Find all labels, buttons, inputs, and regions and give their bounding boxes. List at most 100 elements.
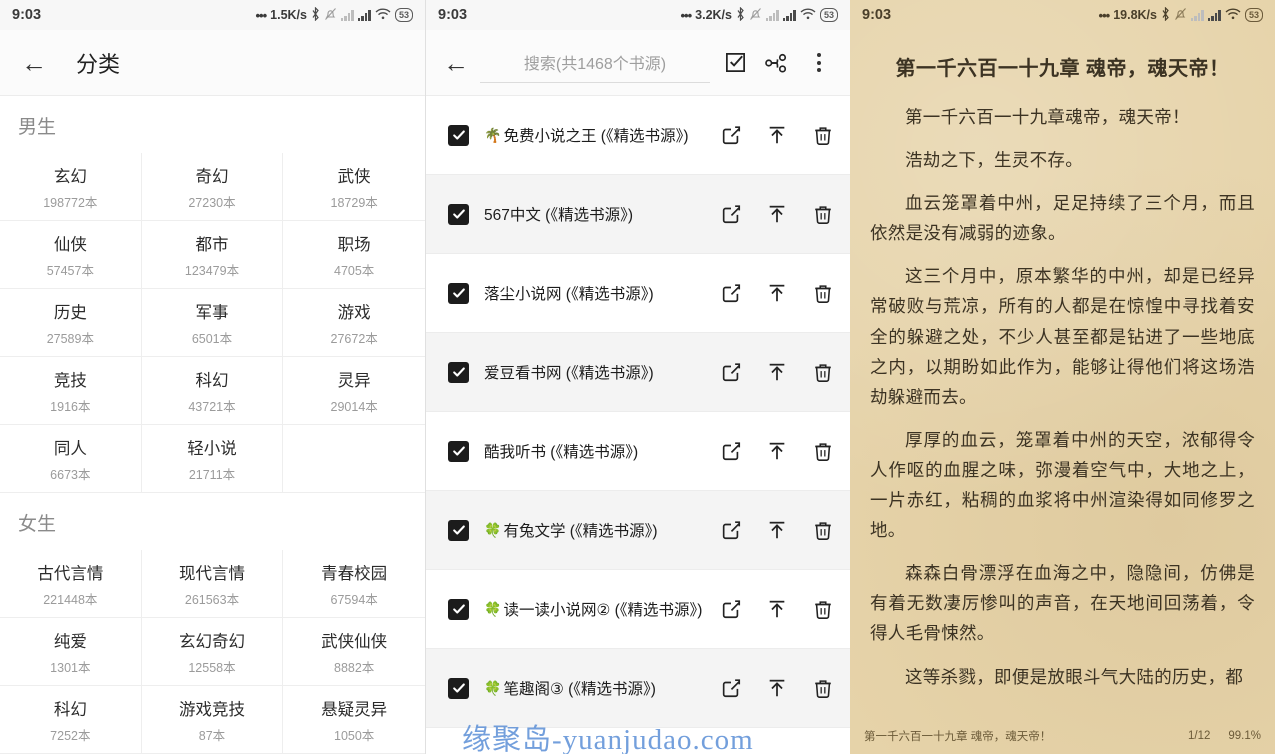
category-cell[interactable]: 科幻 43721本 (141, 357, 284, 425)
overflow-menu-icon[interactable] (798, 42, 840, 84)
category-count: 12558本 (188, 660, 236, 675)
category-cell[interactable]: 青春校园 67594本 (283, 550, 425, 618)
book-source-row[interactable]: 🌴 免费小说之王 (《精选书源》) (426, 96, 850, 175)
footer-chapter-title: 第一千六百一十九章 魂帝，魂天帝！ (864, 731, 1052, 743)
category-cell[interactable]: 都市 123479本 (141, 221, 284, 289)
edit-icon[interactable] (718, 675, 744, 701)
category-cell[interactable]: 纯爱 1301本 (0, 618, 142, 686)
back-arrow-icon[interactable]: ← (436, 43, 476, 83)
delete-icon[interactable] (810, 122, 836, 148)
book-source-row[interactable]: 🍀 有兔文学 (《精选书源》) (426, 491, 850, 570)
category-name: 同人 (53, 439, 87, 458)
category-cell[interactable]: 军事 6501本 (141, 289, 284, 357)
category-cell[interactable]: 古代言情 221448本 (0, 550, 142, 618)
category-count: 6673本 (50, 467, 91, 482)
category-count: 27589本 (46, 331, 94, 346)
category-cell[interactable]: 现代言情 261563本 (141, 550, 284, 618)
reader-content[interactable]: 第一千六百一十九章 魂帝，魂天帝！ 第一千六百一十九章魂帝，魂天帝！ 浩劫之下，生… (850, 30, 1275, 692)
category-cell[interactable]: 竞技 1916本 (0, 357, 142, 425)
category-count: 21711本 (188, 467, 236, 482)
book-source-row[interactable]: 567中文 (《精选书源》) (426, 175, 850, 254)
move-to-top-icon[interactable] (764, 201, 790, 227)
move-to-top-icon[interactable] (764, 517, 790, 543)
category-cell[interactable]: 轻小说 21711本 (141, 425, 284, 493)
book-source-list: 🌴 免费小说之王 (《精选书源》) 567中文 (《精选书源》) 落尘小说网 (《精选… (426, 96, 850, 754)
category-cell[interactable]: 玄幻奇幻 12558本 (141, 618, 284, 686)
search-input[interactable]: 搜索(共1468个书源) (480, 43, 710, 83)
chapter-paragraph: 这等杀戮，即便是放眼斗气大陆的历史，都 (905, 666, 1244, 687)
category-cell[interactable]: 同人 6673本 (0, 425, 142, 493)
section-heading-male: 男生 (18, 117, 57, 138)
delete-icon[interactable] (810, 596, 836, 622)
delete-icon[interactable] (810, 201, 836, 227)
category-grid-male: 玄幻 198772本 奇幻 27230本 武侠 18729本仙侠 57457本 都市 12347… (0, 153, 425, 493)
book-source-row[interactable]: 🍀 笔趣阁③ (《精选书源》) (426, 649, 850, 728)
category-cell[interactable]: 玄幻 198772本 (0, 153, 142, 221)
delete-icon[interactable] (810, 359, 836, 385)
app-bar-sources: ← 搜索(共1468个书源) (426, 30, 850, 96)
source-nodes-icon[interactable] (756, 42, 798, 84)
category-cell-empty (283, 425, 425, 493)
move-to-top-icon[interactable] (764, 438, 790, 464)
edit-icon[interactable] (718, 122, 744, 148)
category-grid-female: 古代言情 221448本 现代言情 261563本 青春校园 67594本纯爱 1301本 玄… (0, 550, 425, 754)
edit-icon[interactable] (718, 517, 744, 543)
source-badge-icon: 🍀 (484, 522, 502, 538)
category-cell[interactable]: 武侠仙侠 8882本 (283, 618, 425, 686)
book-source-row[interactable]: 🍀 读一读小说网② (《精选书源》) (426, 570, 850, 649)
category-count: 18729本 (330, 195, 378, 210)
source-checkbox[interactable] (448, 598, 469, 620)
edit-icon[interactable] (718, 596, 744, 622)
source-checkbox[interactable] (448, 677, 469, 699)
source-checkbox[interactable] (448, 440, 469, 462)
source-checkbox[interactable] (448, 519, 469, 541)
source-label-text: 落尘小说网 (《精选书源》) (484, 286, 654, 303)
book-source-row[interactable]: 酷我听书 (《精选书源》) (426, 412, 850, 491)
category-cell[interactable]: 历史 27589本 (0, 289, 142, 357)
search-placeholder: 搜索(共1468个书源) (523, 56, 667, 73)
move-to-top-icon[interactable] (764, 122, 790, 148)
status-bar-3: 9:03 ••• 19.8K/s 53 (850, 0, 1275, 30)
source-label: 567中文 (《精选书源》) (484, 203, 633, 225)
category-name: 悬疑灵异 (321, 700, 388, 719)
battery-indicator: 53 (394, 8, 413, 22)
category-cell[interactable]: 悬疑灵异 1050本 (283, 686, 425, 754)
category-cell[interactable]: 职场 4705本 (283, 221, 425, 289)
source-checkbox[interactable] (448, 203, 469, 225)
signal-strength-sim1-icon (340, 9, 354, 21)
edit-icon[interactable] (718, 359, 744, 385)
category-name: 都市 (195, 235, 229, 254)
category-cell[interactable]: 仙侠 57457本 (0, 221, 142, 289)
edit-icon[interactable] (718, 438, 744, 464)
move-to-top-icon[interactable] (764, 596, 790, 622)
book-source-row[interactable]: 🍀百书斋 (《精选书源》) (426, 728, 850, 754)
category-cell[interactable]: 游戏竞技 87本 (141, 686, 284, 754)
check-square-icon[interactable] (714, 42, 756, 84)
category-cell[interactable]: 科幻 7252本 (0, 686, 142, 754)
book-source-row[interactable]: 落尘小说网 (《精选书源》) (426, 254, 850, 333)
source-label: 🍀 读一读小说网② (《精选书源》) (484, 598, 702, 620)
network-activity-dots: ••• (680, 7, 692, 23)
delete-icon[interactable] (810, 517, 836, 543)
source-checkbox[interactable] (448, 124, 469, 146)
category-cell[interactable]: 游戏 27672本 (283, 289, 425, 357)
edit-icon[interactable] (718, 280, 744, 306)
source-checkbox[interactable] (448, 361, 469, 383)
row-actions (718, 675, 836, 701)
category-name: 军事 (195, 303, 229, 322)
source-checkbox[interactable] (448, 282, 469, 304)
back-arrow-icon[interactable]: ← (14, 43, 54, 83)
delete-icon[interactable] (810, 280, 836, 306)
category-cell[interactable]: 武侠 18729本 (283, 153, 425, 221)
signal-strength-sim1-icon (1190, 9, 1204, 21)
category-cell[interactable]: 灵异 29014本 (283, 357, 425, 425)
chapter-paragraph: 第一千六百一十九章魂帝，魂天帝！ (905, 107, 1190, 127)
move-to-top-icon[interactable] (764, 675, 790, 701)
delete-icon[interactable] (810, 675, 836, 701)
move-to-top-icon[interactable] (764, 359, 790, 385)
book-source-row[interactable]: 爱豆看书网 (《精选书源》) (426, 333, 850, 412)
move-to-top-icon[interactable] (764, 280, 790, 306)
delete-icon[interactable] (810, 438, 836, 464)
category-cell[interactable]: 奇幻 27230本 (141, 153, 284, 221)
edit-icon[interactable] (718, 201, 744, 227)
